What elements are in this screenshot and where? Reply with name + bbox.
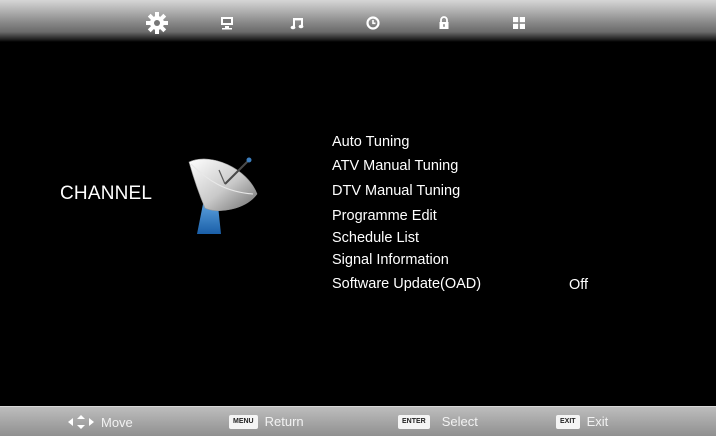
gear-icon xyxy=(146,12,168,34)
tab-sound[interactable] xyxy=(286,12,308,34)
tab-setup[interactable] xyxy=(146,12,168,34)
tv-menu-screen: CHANNEL Auto Tuning ATV Manual Tuning DT… xyxy=(0,0,716,436)
top-tab-bar xyxy=(0,0,716,42)
exit-key-badge: EXIT xyxy=(556,414,580,429)
menu-item-atv-manual-tuning[interactable]: ATV Manual Tuning xyxy=(332,158,458,174)
hint-label: Move xyxy=(101,414,133,430)
enter-key-badge: ENTER xyxy=(398,414,430,429)
music-note-icon xyxy=(290,18,304,30)
menu-item-auto-tuning[interactable]: Auto Tuning xyxy=(332,134,409,150)
menu-item-software-update[interactable]: Software Update(OAD) xyxy=(332,276,481,292)
clock-icon xyxy=(366,16,380,30)
menu-key-badge: MENU xyxy=(229,414,258,429)
bottom-hint-bar: Move MENU Return ENTER Select EXIT Exit xyxy=(0,406,716,436)
lock-icon xyxy=(439,16,449,29)
monitor-icon xyxy=(221,17,233,30)
grid-icon xyxy=(513,17,525,29)
software-update-value[interactable]: Off xyxy=(569,277,588,293)
hint-label: Exit xyxy=(586,414,609,429)
section-title: CHANNEL xyxy=(60,183,153,204)
hint-return: MENU Return xyxy=(229,414,304,429)
tab-picture[interactable] xyxy=(216,12,238,34)
hint-label: Return xyxy=(264,414,304,429)
menu-item-programme-edit[interactable]: Programme Edit xyxy=(332,208,437,224)
hint-select: ENTER Select xyxy=(398,414,478,429)
hint-move: Move xyxy=(66,414,133,430)
tab-lock[interactable] xyxy=(433,12,455,34)
satellite-dish-icon xyxy=(188,157,258,234)
menu-item-schedule-list[interactable]: Schedule List xyxy=(332,230,419,246)
tab-apps[interactable] xyxy=(508,12,530,34)
hint-label: Select xyxy=(441,414,478,429)
arrows-icon xyxy=(68,415,94,429)
menu-item-dtv-manual-tuning[interactable]: DTV Manual Tuning xyxy=(332,183,460,199)
menu-item-signal-information[interactable]: Signal Information xyxy=(332,252,449,268)
hint-exit: EXIT Exit xyxy=(556,414,608,429)
tab-time[interactable] xyxy=(362,12,384,34)
